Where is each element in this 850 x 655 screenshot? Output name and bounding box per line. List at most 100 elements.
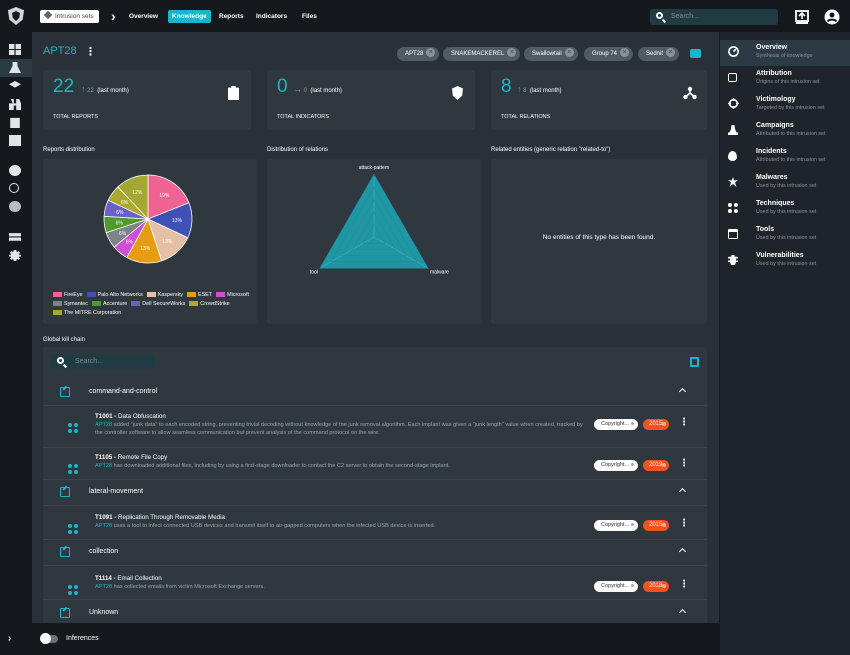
attack-pattern-row[interactable]: T1091 - Replication Through Removable Me… <box>43 514 707 536</box>
legend-swatch <box>91 301 101 307</box>
legend-item: CrowdStrike <box>189 300 230 309</box>
toggle-knob <box>40 633 51 644</box>
chevron-up-icon[interactable] <box>678 608 687 617</box>
attack-pattern-title: T1091 - Replication Through Removable Me… <box>95 514 225 521</box>
killchain-search-input[interactable]: Search... <box>51 354 155 369</box>
reports-pie-chart: 19%13%13%13%6%6%6%6%6%12% <box>103 174 193 264</box>
more-options-icon[interactable]: ⋮ <box>679 579 689 590</box>
search-icon <box>656 12 663 19</box>
year-chip[interactable]: 2018 <box>643 581 669 592</box>
more-options-icon[interactable]: ⋮ <box>679 458 689 469</box>
stat-delta: → 0 (last month) <box>293 84 343 94</box>
chevron-up-icon[interactable] <box>678 547 687 556</box>
shield-search-icon <box>452 86 463 100</box>
menu-overview[interactable]: Overview Synthesis of knowledge <box>720 40 850 66</box>
legend-item: Palo Alto Networks <box>86 291 143 300</box>
menu-subtitle: Targeted by this intrusion set <box>756 105 825 111</box>
explore-icon[interactable] <box>9 165 21 176</box>
reports-icon[interactable] <box>10 117 20 128</box>
alias-chip[interactable]: Swallowtail <box>524 47 578 61</box>
menu-subtitle: Attributed to this intrusion set <box>756 157 826 163</box>
more-options-icon[interactable]: ⋮ <box>679 518 689 529</box>
tab-knowledge[interactable]: Knowledge <box>168 10 211 23</box>
phase-unknown[interactable]: Unknown <box>43 601 707 623</box>
alias-chip[interactable]: Sednit <box>638 47 680 61</box>
alias-chip[interactable]: Group 74 <box>584 47 634 61</box>
techniques-icon[interactable] <box>9 99 21 110</box>
open-in-new-icon[interactable] <box>60 387 70 397</box>
menu-title: Techniques <box>756 200 795 207</box>
attack-pattern-icon <box>68 524 78 534</box>
menu-techniques[interactable]: Techniques Used by this intrusion set <box>720 196 850 222</box>
marking-chip[interactable]: Copyright... <box>594 419 638 430</box>
pie-slice-label: 19% <box>159 193 170 199</box>
menu-victimology[interactable]: Victimology Targeted by this intrusion s… <box>720 92 850 118</box>
legend-swatch <box>189 301 199 307</box>
observables-icon[interactable] <box>9 135 21 146</box>
relations-icon[interactable] <box>9 183 19 193</box>
menu-incidents[interactable]: Incidents Attributed to this intrusion s… <box>720 144 850 170</box>
add-alias-button[interactable] <box>690 49 701 58</box>
open-in-new-icon[interactable] <box>60 487 70 497</box>
techniques-icon <box>728 203 738 213</box>
dashboard-icon[interactable] <box>9 44 21 55</box>
stat-label: TOTAL INDICATORS <box>277 114 329 120</box>
chevron-up-icon[interactable] <box>678 387 687 396</box>
radar-series-area[interactable] <box>319 173 429 269</box>
attack-pattern-title: T1001 - Data Obfuscation <box>95 413 166 420</box>
menu-vulnerabilities[interactable]: Vulnerabilities Used by this intrusion s… <box>720 248 850 274</box>
sandbox-icon[interactable] <box>9 201 21 212</box>
pie-slice-label: 6% <box>126 239 134 245</box>
kill-chain-panel: Search... command-and-control T1001 - Da… <box>43 347 707 623</box>
marking-chip[interactable]: Copyright... <box>594 460 638 471</box>
menu-campaigns[interactable]: Campaigns Attributed to this intrusion s… <box>720 118 850 144</box>
data-icon[interactable] <box>9 233 21 241</box>
pie-slice-label: 6% <box>116 210 124 216</box>
inferences-toggle[interactable] <box>40 633 58 644</box>
menu-attribution[interactable]: Attribution Origins of this intrusion se… <box>720 66 850 92</box>
tab-files[interactable]: Files <box>302 10 317 23</box>
phase-collection[interactable]: collection <box>43 540 707 564</box>
open-in-new-icon[interactable] <box>60 547 70 557</box>
alias-chip[interactable]: SNAKEMACKEREL <box>443 47 521 61</box>
attack-pattern-row[interactable]: T1114 - Email Collection APT28 has colle… <box>43 575 707 597</box>
export-icon[interactable] <box>690 357 699 367</box>
stat-delta: ↑ 8 (last month) <box>517 84 562 94</box>
more-options-icon[interactable]: ⋮ <box>679 417 689 428</box>
legend-item: ESET <box>187 291 212 300</box>
year-chip[interactable]: 2019 <box>643 460 669 471</box>
legend-item: Symantec <box>53 300 88 309</box>
menu-malwares[interactable]: Malwares Used by this intrusion set <box>720 170 850 196</box>
tab-indicators[interactable]: Indicators <box>256 10 287 23</box>
kill-chain-label: Global kill chain <box>43 337 86 343</box>
phase-command-and-control[interactable]: command-and-control <box>43 380 707 404</box>
chevron-up-icon[interactable] <box>678 487 687 496</box>
opencti-logo-icon[interactable] <box>8 7 24 25</box>
legend-swatch <box>53 310 62 316</box>
alias-chip[interactable]: APT28 <box>397 47 440 61</box>
open-in-new-icon[interactable] <box>60 608 70 618</box>
year-chip[interactable]: 2015 <box>643 520 669 531</box>
tab-overview[interactable]: Overview <box>129 10 158 23</box>
expand-nav-icon[interactable]: › <box>8 633 11 644</box>
menu-tools[interactable]: Tools Used by this intrusion set <box>720 222 850 248</box>
marking-chip[interactable]: Copyright... <box>594 581 638 592</box>
account-icon[interactable] <box>824 9 840 25</box>
attack-pattern-row[interactable]: T1001 - Data Obfuscation APT28 added "ju… <box>43 413 707 443</box>
top-bar: Intrusion sets › Overview Knowledge Repo… <box>0 0 850 32</box>
global-search-input[interactable]: Search... <box>650 9 778 25</box>
year-chip[interactable]: 2015 <box>643 419 669 430</box>
phase-lateral-movement[interactable]: lateral-movement <box>43 480 707 504</box>
arsenal-icon[interactable] <box>9 81 21 88</box>
upload-icon[interactable] <box>794 9 810 25</box>
breadcrumb-entity-type[interactable]: Intrusion sets <box>40 10 99 23</box>
entity-menu-icon[interactable]: ⋮ <box>85 45 96 58</box>
pie-slice-label: 13% <box>172 218 183 224</box>
marking-chip[interactable]: Copyright... <box>594 520 638 531</box>
legend-item: FireEye <box>53 291 83 300</box>
pie-slice-label: 6% <box>116 221 124 227</box>
tab-reports[interactable]: Reports <box>219 10 244 23</box>
pie-slice-label: 6% <box>119 231 127 237</box>
attack-pattern-row[interactable]: T1105 - Remote File Copy APT28 has downl… <box>43 454 707 476</box>
settings-icon[interactable] <box>9 250 21 261</box>
